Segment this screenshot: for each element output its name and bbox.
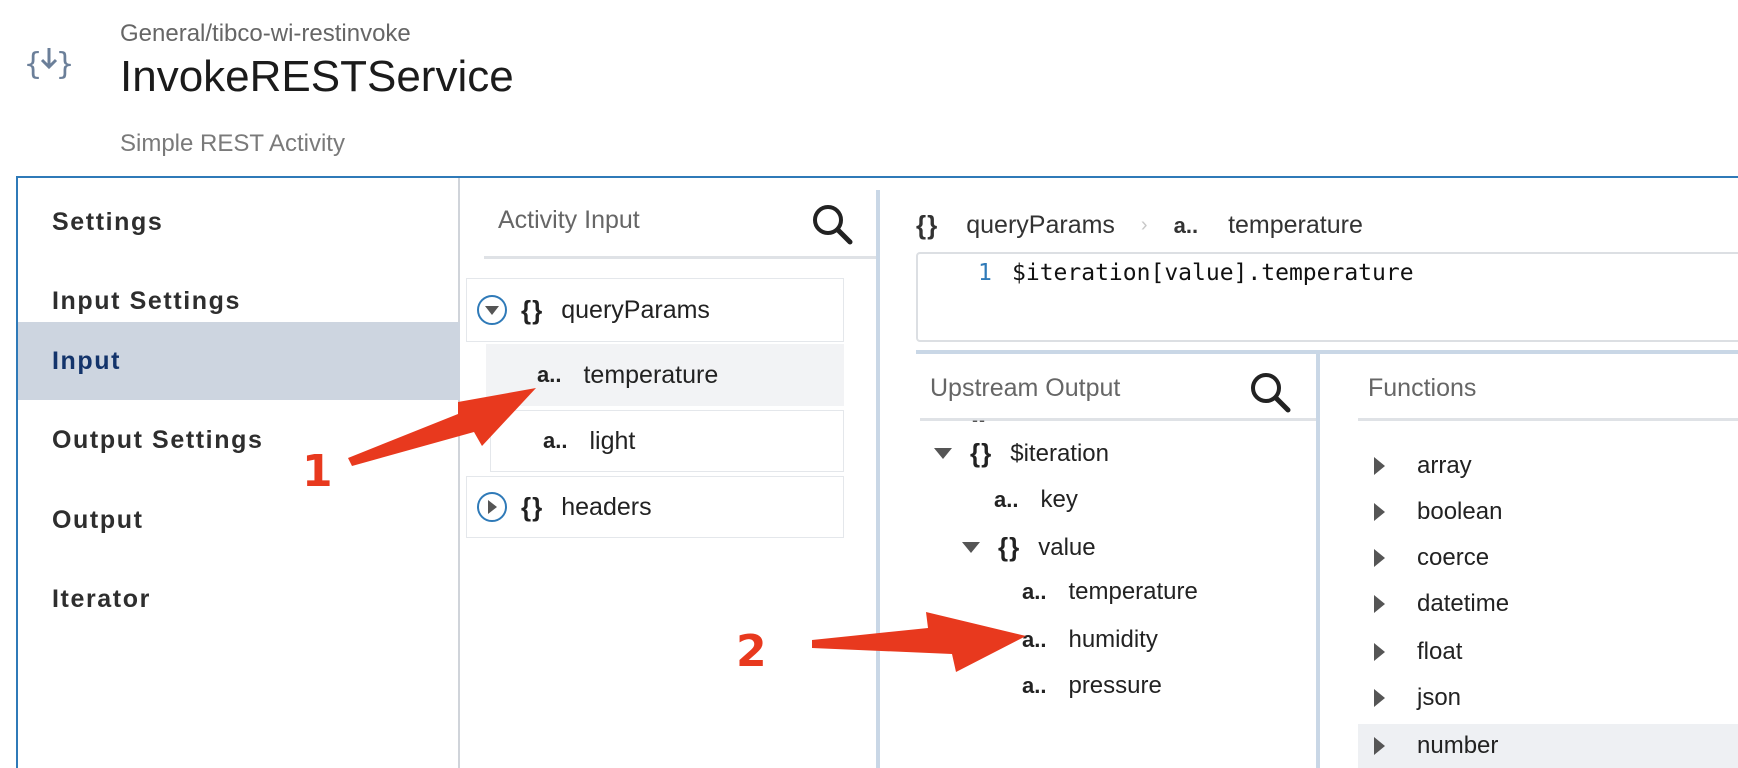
function-category-label: json: [1417, 684, 1462, 711]
tree-node-pressure[interactable]: a.. pressure: [1022, 672, 1162, 700]
function-category-label: boolean: [1417, 498, 1503, 525]
function-category-array[interactable]: array: [1358, 444, 1738, 488]
chevron-right-icon[interactable]: [477, 492, 507, 522]
tree-node-label: pressure: [1068, 672, 1162, 699]
page-title: InvokeRESTService: [120, 52, 514, 101]
tree-node-humidity[interactable]: a.. humidity: [1022, 626, 1158, 654]
annotation-marker-1: 1: [302, 446, 333, 497]
braces-download-icon: { }: [24, 44, 74, 84]
caret-right-icon[interactable]: [1374, 595, 1385, 613]
expression-editor[interactable]: 1 $iteration[value].temperature: [916, 252, 1738, 342]
search-icon[interactable]: [810, 202, 854, 246]
svg-text:}: }: [56, 47, 74, 82]
caret-down-icon[interactable]: [962, 542, 980, 553]
string-type-icon: a..: [1022, 673, 1047, 698]
activity-path: General/tibco-wi-restinvoke: [120, 20, 411, 47]
line-number: 1: [978, 260, 992, 286]
tree-node-iteration[interactable]: {} $iteration: [934, 438, 1109, 469]
tree-node-label: queryParams: [561, 295, 710, 324]
function-category-number[interactable]: number: [1358, 724, 1738, 768]
object-icon: {}: [521, 294, 544, 325]
sidebar-item-output-settings[interactable]: Output Settings: [18, 396, 460, 484]
string-type-icon: a..: [543, 428, 568, 453]
function-category-label: array: [1417, 452, 1472, 479]
object-icon: {}: [521, 491, 544, 522]
annotation-marker-2: 2: [736, 626, 767, 677]
mapper-panel: {} queryParams › a.. temperature 1 $iter…: [876, 190, 1738, 768]
function-category-label: datetime: [1417, 590, 1510, 617]
string-type-icon: a..: [994, 487, 1019, 512]
tree-node-light[interactable]: a.. light: [490, 410, 844, 472]
divider: [1358, 418, 1738, 421]
search-icon[interactable]: [1248, 370, 1292, 414]
function-category-label: coerce: [1417, 544, 1490, 571]
tree-node-label: $iteration: [1010, 439, 1109, 467]
upstream-output-panel: Upstream Output -- {} $iteration a.. key…: [920, 354, 1320, 768]
functions-title: Functions: [1368, 374, 1477, 402]
tree-node-label: headers: [561, 492, 652, 521]
caret-right-icon[interactable]: [1374, 457, 1385, 475]
function-category-datetime[interactable]: datetime: [1358, 582, 1738, 626]
caret-right-icon[interactable]: [1374, 689, 1385, 707]
activity-input-panel: Activity Input {} queryParams a.. temper…: [462, 178, 882, 768]
tree-node-value[interactable]: {} value: [962, 532, 1096, 563]
breadcrumb-current: temperature: [1228, 211, 1363, 239]
string-type-icon: a..: [1022, 579, 1047, 604]
tree-node-key[interactable]: a.. key: [994, 486, 1078, 514]
tree-node-label: temperature: [1068, 578, 1198, 605]
string-type-icon: a..: [1173, 212, 1199, 238]
breadcrumb: {} queryParams › a.. temperature: [916, 210, 1363, 241]
function-category-coerce[interactable]: coerce: [1358, 536, 1738, 580]
sidebar-item-iterator[interactable]: Iterator: [18, 555, 460, 643]
tree-node-temperature[interactable]: a.. temperature: [1022, 578, 1198, 606]
upstream-output-title: Upstream Output: [930, 374, 1121, 402]
activity-input-title: Activity Input: [498, 206, 640, 234]
svg-text:{: {: [24, 47, 42, 82]
function-category-float[interactable]: float: [1358, 630, 1738, 674]
chevron-right-icon: ›: [1140, 214, 1148, 236]
object-icon: {}: [998, 532, 1021, 562]
object-icon: {}: [916, 210, 939, 240]
caret-right-icon[interactable]: [1374, 643, 1385, 661]
config-sidebar: Settings Input Settings Input Output Set…: [18, 178, 460, 768]
function-category-boolean[interactable]: boolean: [1358, 490, 1738, 534]
tree-node-label: key: [1040, 486, 1078, 513]
sidebar-item-output[interactable]: Output: [18, 476, 460, 564]
function-category-json[interactable]: json: [1358, 676, 1738, 720]
string-type-icon: a..: [537, 362, 562, 387]
expression-code[interactable]: $iteration[value].temperature: [1012, 260, 1414, 286]
tree-node-label: light: [589, 426, 636, 455]
chevron-down-icon[interactable]: [477, 295, 507, 325]
function-category-label: number: [1417, 732, 1499, 759]
functions-panel: Functions array boolean coerce datetime …: [1324, 354, 1738, 768]
caret-right-icon[interactable]: [1374, 549, 1385, 567]
tree-node-label: humidity: [1068, 626, 1158, 653]
caret-right-icon[interactable]: [1374, 737, 1385, 755]
tree-node-label: value: [1038, 533, 1096, 561]
function-category-label: float: [1417, 638, 1463, 665]
divider: [484, 256, 880, 259]
truncated-marker: --: [972, 410, 986, 430]
sidebar-item-settings[interactable]: Settings: [18, 178, 460, 266]
sidebar-item-input[interactable]: Input: [18, 322, 460, 400]
object-icon: {}: [970, 438, 993, 468]
caret-down-icon[interactable]: [934, 448, 952, 459]
breadcrumb-parent[interactable]: queryParams: [966, 211, 1115, 240]
tree-node-temperature[interactable]: a.. temperature: [486, 344, 844, 406]
tree-node-headers[interactable]: {} headers: [466, 476, 844, 538]
activity-config-frame: Settings Input Settings Input Output Set…: [16, 176, 1738, 768]
tree-node-label: temperature: [583, 360, 719, 389]
caret-right-icon[interactable]: [1374, 503, 1385, 521]
string-type-icon: a..: [1022, 627, 1047, 652]
activity-description: Simple REST Activity: [120, 130, 345, 157]
tree-node-queryparams[interactable]: {} queryParams: [466, 278, 844, 342]
